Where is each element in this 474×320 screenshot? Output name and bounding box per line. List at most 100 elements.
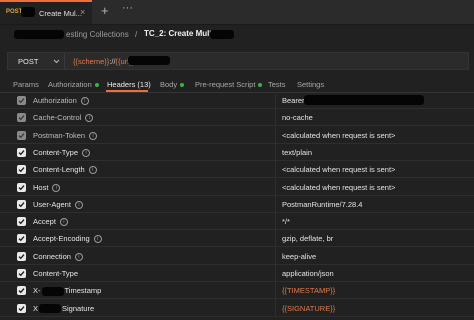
column-divider [275,109,276,127]
redacted-block [21,7,35,17]
tab-authorization[interactable]: Authorization [48,80,99,89]
column-divider [275,178,276,196]
header-checkbox[interactable] [17,96,26,105]
header-value[interactable]: keep-alive [282,252,316,261]
info-icon[interactable]: i [82,148,91,157]
status-dot [180,83,185,88]
tab-settings[interactable]: Settings [297,80,324,89]
header-checkbox[interactable] [17,251,26,261]
header-checkbox[interactable] [17,286,26,296]
table-row: Content-Type i text/plain [0,143,474,161]
header-key[interactable]: Content-Type [33,269,78,278]
check-icon [18,150,25,156]
check-icon [18,288,25,294]
tab-bar: POST Create Mul... × + ··· [0,0,474,25]
header-checkbox[interactable] [17,130,26,140]
header-checkbox[interactable] [17,199,26,209]
request-tab[interactable]: POST Create Mul... × [0,0,92,24]
method-label: POST [18,57,39,66]
redacted-block [14,30,64,39]
new-tab-icon[interactable]: + [101,3,109,18]
header-checkbox[interactable] [17,113,26,123]
header-key[interactable]: Authorization i [33,96,89,106]
header-key[interactable]: Accept-Encoding i [33,234,102,244]
header-key[interactable]: Host i [33,183,61,192]
table-row: Accept-Encoding i gzip, deflate, br [0,230,474,248]
column-divider [275,143,276,161]
header-key[interactable]: Content-Length i [33,165,97,175]
table-row: Host i <calculated when request is sent> [0,178,474,196]
column-divider [275,230,276,248]
header-key[interactable]: Accept i [33,217,68,227]
header-value[interactable]: <calculated when request is sent> [282,165,395,174]
table-row: Accept i */* [0,213,474,231]
info-icon[interactable]: i [88,166,97,175]
header-value[interactable]: <calculated when request is sent> [282,131,395,140]
info-icon[interactable]: i [85,114,94,123]
redacted-block [41,286,64,296]
column-divider [275,247,276,265]
header-checkbox[interactable] [17,269,26,278]
header-value[interactable]: no-cache [282,113,313,122]
info-icon[interactable]: i [52,183,61,192]
tab-label: Pre-request Script [195,80,256,89]
more-icon[interactable]: ··· [122,2,133,14]
tab-headers[interactable]: Headers (13) [107,80,151,89]
check-icon [18,184,25,190]
header-key-text: Content-Length [33,165,85,175]
header-key[interactable]: Connection i [33,252,83,261]
info-icon[interactable]: i [74,200,83,209]
header-checkbox[interactable] [17,182,26,192]
header-checkbox[interactable] [17,234,26,244]
check-icon [18,115,25,121]
check-icon [18,219,25,225]
header-value[interactable]: */* [282,217,290,226]
column-divider [275,92,276,109]
header-key[interactable]: X Signature [33,304,94,314]
header-value[interactable]: text/plain [282,148,312,157]
header-value[interactable]: PostmanRuntime/7.28.4 [282,200,362,209]
header-checkbox[interactable] [17,165,26,175]
header-key-suffix: Timestamp [64,286,102,296]
column-divider [275,195,276,213]
header-value[interactable]: <calculated when request is sent> [282,183,395,192]
info-icon[interactable]: i [59,218,68,227]
header-value[interactable]: {{TIMESTAMP}} [282,286,335,295]
header-value[interactable]: Bearer [282,96,305,105]
header-key[interactable]: User-Agent i [33,200,83,209]
request-subtabs: Params Authorization Headers (13) Body P… [0,76,474,93]
tab-pre-request-script[interactable]: Pre-request Script [195,80,263,89]
header-checkbox[interactable] [17,303,26,313]
header-checkbox[interactable] [17,147,26,157]
url-input[interactable]: {{scheme}}://{{url}} [73,57,134,66]
header-key[interactable]: Content-Type i [33,148,91,157]
close-icon[interactable]: × [80,7,85,17]
info-icon[interactable]: i [93,235,102,244]
info-icon[interactable]: i [74,252,83,261]
header-key-text: User-Agent [33,199,71,209]
tab-label: Tests [268,80,286,89]
redacted-block [210,30,234,39]
header-value[interactable]: {{SIGNATURE}} [282,304,335,313]
header-value[interactable]: gzip, deflate, br [282,234,333,243]
breadcrumb-collection[interactable]: esting Collections [66,30,129,39]
header-value[interactable]: application/json [282,269,334,278]
column-divider [275,265,276,282]
method-select[interactable]: POST [8,53,65,69]
info-icon[interactable]: i [80,97,89,106]
tab-body[interactable]: Body [160,80,185,89]
header-key[interactable]: Cache-Control i [33,113,94,123]
url-var-scheme: {{scheme}} [73,57,110,66]
status-dot [258,83,263,88]
info-icon[interactable]: i [89,131,98,140]
header-key[interactable]: X- Timestamp [33,286,101,296]
column-divider [275,282,276,300]
tab-label: Settings [297,80,325,89]
check-icon [18,132,25,138]
header-checkbox[interactable] [17,217,26,227]
tab-params[interactable]: Params [13,80,39,89]
tab-tests[interactable]: Tests [268,80,286,89]
header-key[interactable]: Postman-Token i [33,131,98,140]
redacted-block [304,95,424,105]
table-row: User-Agent i PostmanRuntime/7.28.4 [0,195,474,213]
